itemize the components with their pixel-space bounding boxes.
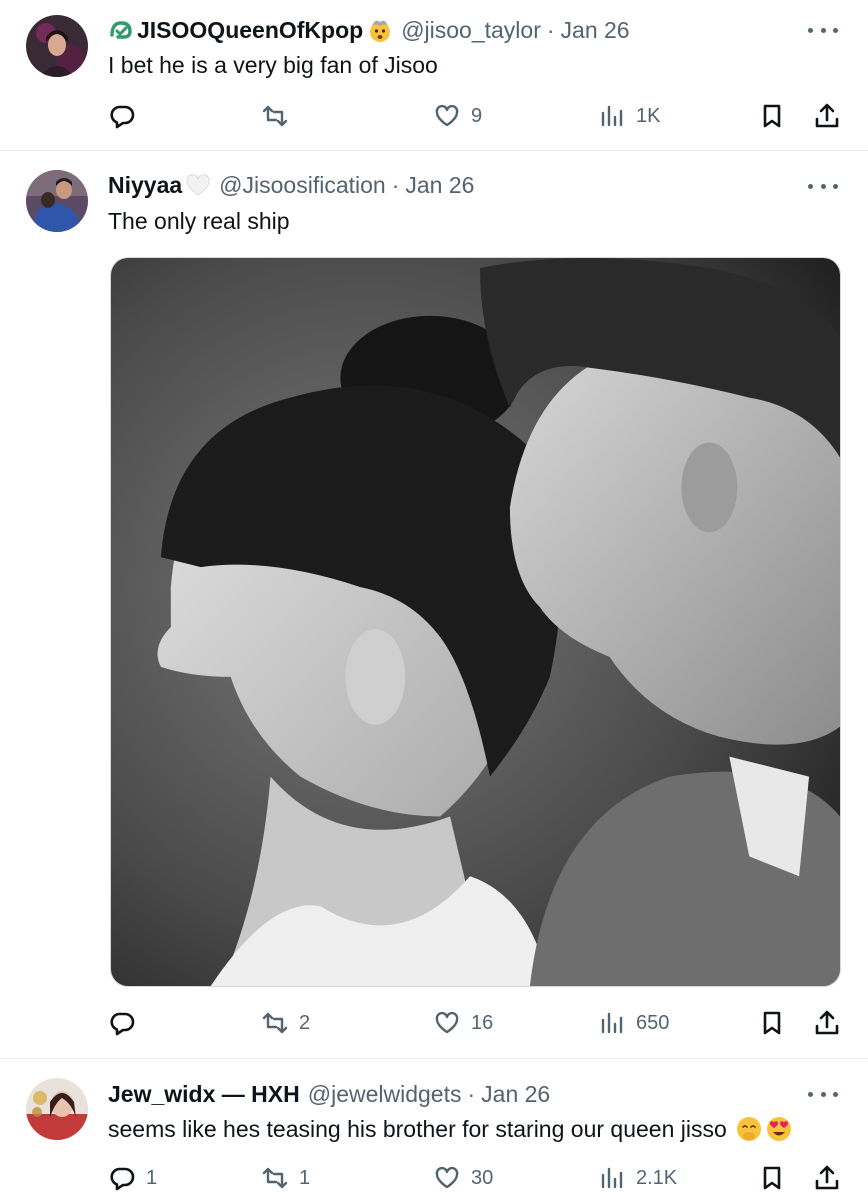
separator: ·: [467, 1080, 476, 1107]
tweet-header: Niyyaa @Jisoosification · Jan 26: [108, 168, 474, 202]
bookmark-button[interactable]: [758, 1005, 786, 1041]
tweet-header: Jew_widx — HXH @jewelwidgets · Jan 26: [108, 1077, 550, 1111]
more-icon[interactable]: [808, 1084, 838, 1104]
views-icon: [601, 105, 623, 127]
tweet-date[interactable]: Jan 26: [405, 172, 474, 199]
handle[interactable]: @Jisoosification: [219, 172, 386, 199]
tweet-photo[interactable]: [110, 257, 841, 987]
bookmark-icon: [763, 104, 781, 128]
face-hand-over-mouth-emoji-icon: [735, 1115, 763, 1143]
exploding-head-emoji-icon: [367, 17, 393, 43]
heart-icon: [435, 1166, 459, 1189]
tweet-header: JISOOQueenOfKpop @jisoo_taylor · Jan 26: [108, 13, 630, 47]
tweet-1[interactable]: JISOOQueenOfKpop @jisoo_taylor · Jan 26 …: [0, 0, 868, 150]
share-icon: [815, 1165, 839, 1190]
reply-icon: [110, 105, 135, 129]
retweet-icon: [262, 1012, 288, 1034]
more-icon[interactable]: [808, 176, 838, 196]
views-count: 1K: [636, 104, 661, 127]
heart-icon: [435, 1011, 459, 1034]
reply-icon: [110, 1012, 135, 1036]
retweet-button[interactable]: 2: [261, 1005, 310, 1041]
retweet-button[interactable]: 1: [261, 1160, 310, 1196]
retweet-button[interactable]: [261, 98, 289, 134]
like-button[interactable]: 9: [433, 98, 482, 134]
avatar[interactable]: [26, 15, 88, 77]
views-count: 650: [636, 1011, 670, 1034]
share-button[interactable]: [813, 98, 841, 134]
retweet-icon: [262, 1167, 288, 1189]
retweet-count: 2: [299, 1011, 311, 1034]
reply-button[interactable]: [108, 1005, 136, 1041]
tweet-date[interactable]: Jan 26: [561, 17, 630, 44]
views-icon: [601, 1167, 623, 1189]
display-name[interactable]: Niyyaa: [108, 172, 182, 199]
reply-count: 1: [146, 1166, 158, 1189]
separator: ·: [391, 171, 400, 198]
tweet-text: I bet he is a very big fan of Jisoo: [108, 52, 438, 78]
tweet-text-body: seems like hes teasing his brother for s…: [108, 1115, 727, 1142]
views-button[interactable]: 2.1K: [598, 1160, 677, 1196]
share-button[interactable]: [813, 1160, 841, 1196]
more-icon[interactable]: [808, 20, 838, 40]
action-bar: 1 1 30 2.1K: [108, 1160, 843, 1196]
retweet-count: 1: [299, 1166, 311, 1189]
reply-icon: [110, 1167, 135, 1191]
action-bar: 9 1K: [108, 98, 843, 134]
views-icon: [601, 1012, 623, 1034]
verified-badge-icon: [108, 17, 134, 43]
tweet-text: The only real ship: [108, 208, 290, 234]
like-count: 9: [471, 104, 483, 127]
display-name[interactable]: Jew_widx — HXH: [108, 1081, 300, 1108]
like-count: 30: [471, 1166, 494, 1189]
white-heart-emoji-icon: [185, 172, 211, 198]
tweet-3[interactable]: Jew_widx — HXH @jewelwidgets · Jan 26 se…: [0, 1059, 868, 1200]
views-button[interactable]: 1K: [598, 98, 660, 134]
share-icon: [815, 103, 839, 128]
reply-button[interactable]: [108, 98, 136, 134]
views-count: 2.1K: [636, 1166, 678, 1189]
avatar[interactable]: [26, 170, 88, 232]
avatar[interactable]: [26, 1078, 88, 1140]
reply-button[interactable]: 1: [108, 1160, 157, 1196]
retweet-icon: [262, 105, 288, 127]
bookmark-icon: [763, 1011, 781, 1035]
action-bar: 2 16 650: [108, 1005, 843, 1041]
share-icon: [815, 1010, 839, 1035]
handle[interactable]: @jewelwidgets: [308, 1081, 462, 1108]
like-button[interactable]: 16: [433, 1005, 493, 1041]
like-count: 16: [471, 1011, 494, 1034]
display-name[interactable]: JISOOQueenOfKpop: [137, 17, 363, 44]
heart-icon: [435, 104, 459, 127]
share-button[interactable]: [813, 1005, 841, 1041]
bookmark-icon: [763, 1166, 781, 1190]
bookmark-button[interactable]: [758, 1160, 786, 1196]
tweet-text: seems like hes teasing his brother for s…: [108, 1115, 793, 1143]
handle[interactable]: @jisoo_taylor: [401, 17, 541, 44]
like-button[interactable]: 30: [433, 1160, 493, 1196]
views-button[interactable]: 650: [598, 1005, 669, 1041]
bookmark-button[interactable]: [758, 98, 786, 134]
heart-eyes-emoji-icon: [765, 1115, 793, 1143]
tweet-date[interactable]: Jan 26: [481, 1081, 550, 1108]
separator: ·: [546, 16, 555, 43]
